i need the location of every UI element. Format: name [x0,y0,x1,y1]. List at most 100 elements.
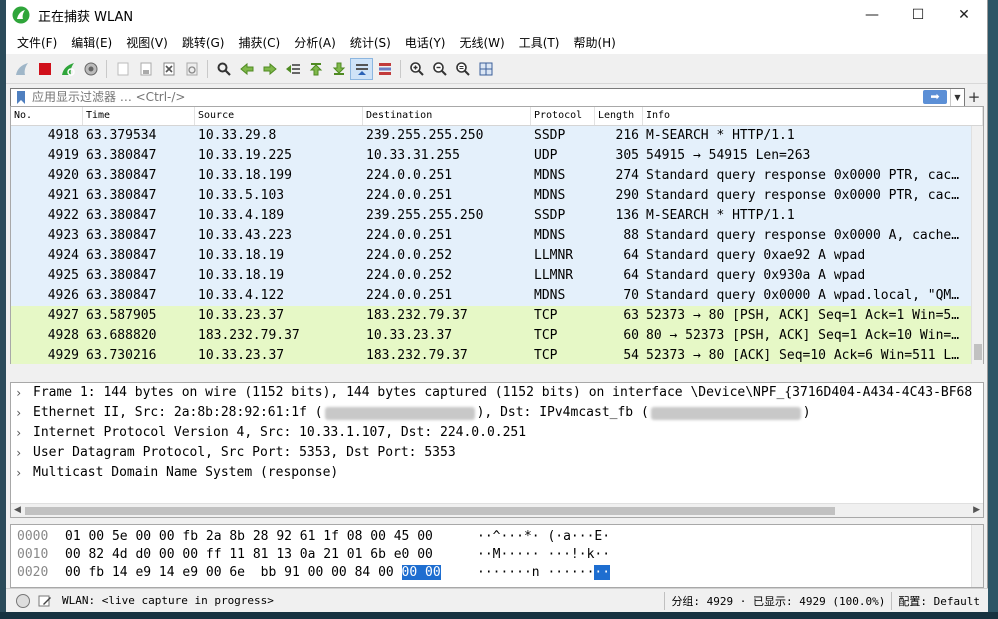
start-capture-fin-icon[interactable] [10,58,33,80]
expand-chevron-icon[interactable]: › [15,443,33,463]
column-no[interactable]: No. [11,107,83,125]
column-protocol[interactable]: Protocol [531,107,595,125]
go-first-packet-icon[interactable] [304,58,327,80]
display-filter-input[interactable] [32,88,923,106]
packet-row[interactable]: 4928 63.688820 183.232.79.37 10.33.23.37 TCP… [11,326,973,346]
scroll-left-arrow-icon[interactable]: ◀ [14,505,21,515]
packet-cell-no: 4924 [47,248,79,263]
title-bar[interactable]: 正在捕获 WLAN — ☐ ✕ [6,0,987,30]
bytes-pane-scrollbar[interactable] [971,525,983,587]
detail-mdns[interactable]: › Multicast Domain Name System (response… [11,463,983,483]
menu-wireless[interactable]: 无线(W) [453,34,512,51]
column-time[interactable]: Time [83,107,195,125]
hex-ascii[interactable]: ·······n ········ [477,565,611,580]
packet-cell-dst: 10.33.23.37 [366,328,453,343]
expand-chevron-icon[interactable]: › [15,423,33,443]
resize-columns-icon[interactable] [474,58,497,80]
detail-udp-text: User Datagram Protocol, Src Port: 5353, … [33,445,456,460]
restart-capture-icon[interactable] [56,58,79,80]
close-file-icon[interactable] [157,58,180,80]
colorize-packets-icon[interactable] [373,58,396,80]
zoom-out-icon[interactable] [428,58,451,80]
column-destination[interactable]: Destination [363,107,531,125]
capture-options-gear-icon[interactable] [79,58,102,80]
menu-statistics[interactable]: 统计(S) [343,34,398,51]
packet-cell-len: 63 [623,308,639,323]
scroll-right-arrow-icon[interactable]: ▶ [973,505,980,515]
apply-filter-arrow-icon[interactable]: ➡ [923,90,947,104]
menu-capture[interactable]: 捕获(C) [231,34,287,51]
hex-bytes[interactable]: 00 fb 14 e9 14 e9 00 6e bb 91 00 00 84 0… [65,564,477,582]
packet-row[interactable]: 4923 63.380847 10.33.43.223 224.0.0.251 MDNS… [11,226,973,246]
hex-ascii-selected[interactable]: ·· [594,565,611,580]
packet-row[interactable]: 4921 63.380847 10.33.5.103 224.0.0.251 MDNS 2… [11,186,973,206]
go-back-arrow-icon[interactable] [235,58,258,80]
filter-history-dropdown[interactable]: ▼ [950,88,964,106]
expand-chevron-icon[interactable]: › [15,383,33,403]
scrollbar-thumb[interactable] [974,344,982,360]
reload-file-icon[interactable] [180,58,203,80]
column-length[interactable]: Length [595,107,643,125]
expand-chevron-icon[interactable]: › [15,403,33,423]
hex-bytes[interactable]: 01 00 5e 00 00 fb 2a 8b 28 92 61 1f 08 0… [65,528,477,546]
close-button[interactable]: ✕ [941,0,987,30]
find-packet-search-icon[interactable] [212,58,235,80]
details-horizontal-scrollbar[interactable]: ◀ ▶ [11,503,983,517]
detail-frame[interactable]: › Frame 1: 144 bytes on wire (1152 bits)… [11,383,983,403]
column-info[interactable]: Info [643,107,983,125]
minimize-button[interactable]: — [849,0,895,30]
desktop-background-right [988,0,998,619]
expand-chevron-icon[interactable]: › [15,463,33,483]
go-to-packet-icon[interactable] [281,58,304,80]
packet-row[interactable]: 4925 63.380847 10.33.18.19 224.0.0.252 LLMNR… [11,266,973,286]
packet-row[interactable]: 4922 63.380847 10.33.4.189 239.255.255.250 S… [11,206,973,226]
menu-analyze[interactable]: 分析(A) [287,34,343,51]
packet-cell-dst: 10.33.31.255 [366,148,460,163]
maximize-button[interactable]: ☐ [895,0,941,30]
packet-row[interactable]: 4926 63.380847 10.33.4.122 224.0.0.251 MDNS 7… [11,286,973,306]
packet-row[interactable]: 4920 63.380847 10.33.18.199 224.0.0.251 MDNS… [11,166,973,186]
menu-edit[interactable]: 编辑(E) [64,34,119,51]
menu-telephony[interactable]: 电话(Y) [398,34,453,51]
column-source[interactable]: Source [195,107,363,125]
auto-scroll-icon[interactable] [350,57,373,80]
go-last-packet-icon[interactable] [327,58,350,80]
menu-go[interactable]: 跳转(G) [175,34,232,51]
packet-row[interactable]: 4919 63.380847 10.33.19.225 10.33.31.255 UDP… [11,146,973,166]
filter-bookmark-icon[interactable] [14,90,28,105]
expert-info-circle-icon[interactable] [16,593,30,608]
go-forward-arrow-icon[interactable] [258,58,281,80]
packet-row[interactable]: 4924 63.380847 10.33.18.19 224.0.0.252 LLMNR… [11,246,973,266]
scrollbar-thumb[interactable] [25,507,835,515]
save-file-icon[interactable] [134,58,157,80]
stop-capture-icon[interactable] [33,58,56,80]
packet-cell-time: 63.380847 [86,228,157,243]
packet-row[interactable]: 4927 63.587905 10.33.23.37 183.232.79.37 TCP… [11,306,973,326]
packet-cell-src: 10.33.19.225 [198,148,292,163]
packet-row[interactable]: 4929 63.730216 10.33.23.37 183.232.79.37 TCP… [11,346,973,364]
packet-cell-time: 63.587905 [86,308,157,323]
packet-cell-proto: LLMNR [534,248,574,263]
menu-tools[interactable]: 工具(T) [512,34,567,51]
detail-ethernet[interactable]: › Ethernet II, Src: 2a:8b:28:92:61:1f ( … [11,403,983,423]
capture-comment-pencil-icon[interactable] [38,594,52,608]
menu-help[interactable]: 帮助(H) [566,34,622,51]
open-file-icon[interactable] [111,58,134,80]
packet-cell-dst: 183.232.79.37 [366,348,468,363]
add-filter-button[interactable]: + [965,88,983,106]
hex-bytes-selected[interactable]: 00 00 [401,565,441,580]
profile-text[interactable]: 配置: Default [898,593,980,609]
packet-list-scrollbar[interactable] [971,126,983,364]
packet-row[interactable]: 4918 63.379534 10.33.29.8 239.255.255.250 SS… [11,126,973,146]
menu-file[interactable]: 文件(F) [10,34,64,51]
hex-ascii[interactable]: ··^···*· (·a···E· [477,529,610,544]
detail-ipv4[interactable]: › Internet Protocol Version 4, Src: 10.3… [11,423,983,443]
menu-view[interactable]: 视图(V) [119,34,175,51]
hex-ascii[interactable]: ··M····· ···!·k·· [477,547,610,562]
packet-cell-len: 216 [615,128,639,143]
zoom-in-icon[interactable] [405,58,428,80]
detail-udp[interactable]: › User Datagram Protocol, Src Port: 5353… [11,443,983,463]
hex-bytes[interactable]: 00 82 4d d0 00 00 ff 11 81 13 0a 21 01 6… [65,546,477,564]
packet-list-header: No. Time Source Destination Protocol Len… [11,107,983,126]
normal-size-icon[interactable] [451,58,474,80]
